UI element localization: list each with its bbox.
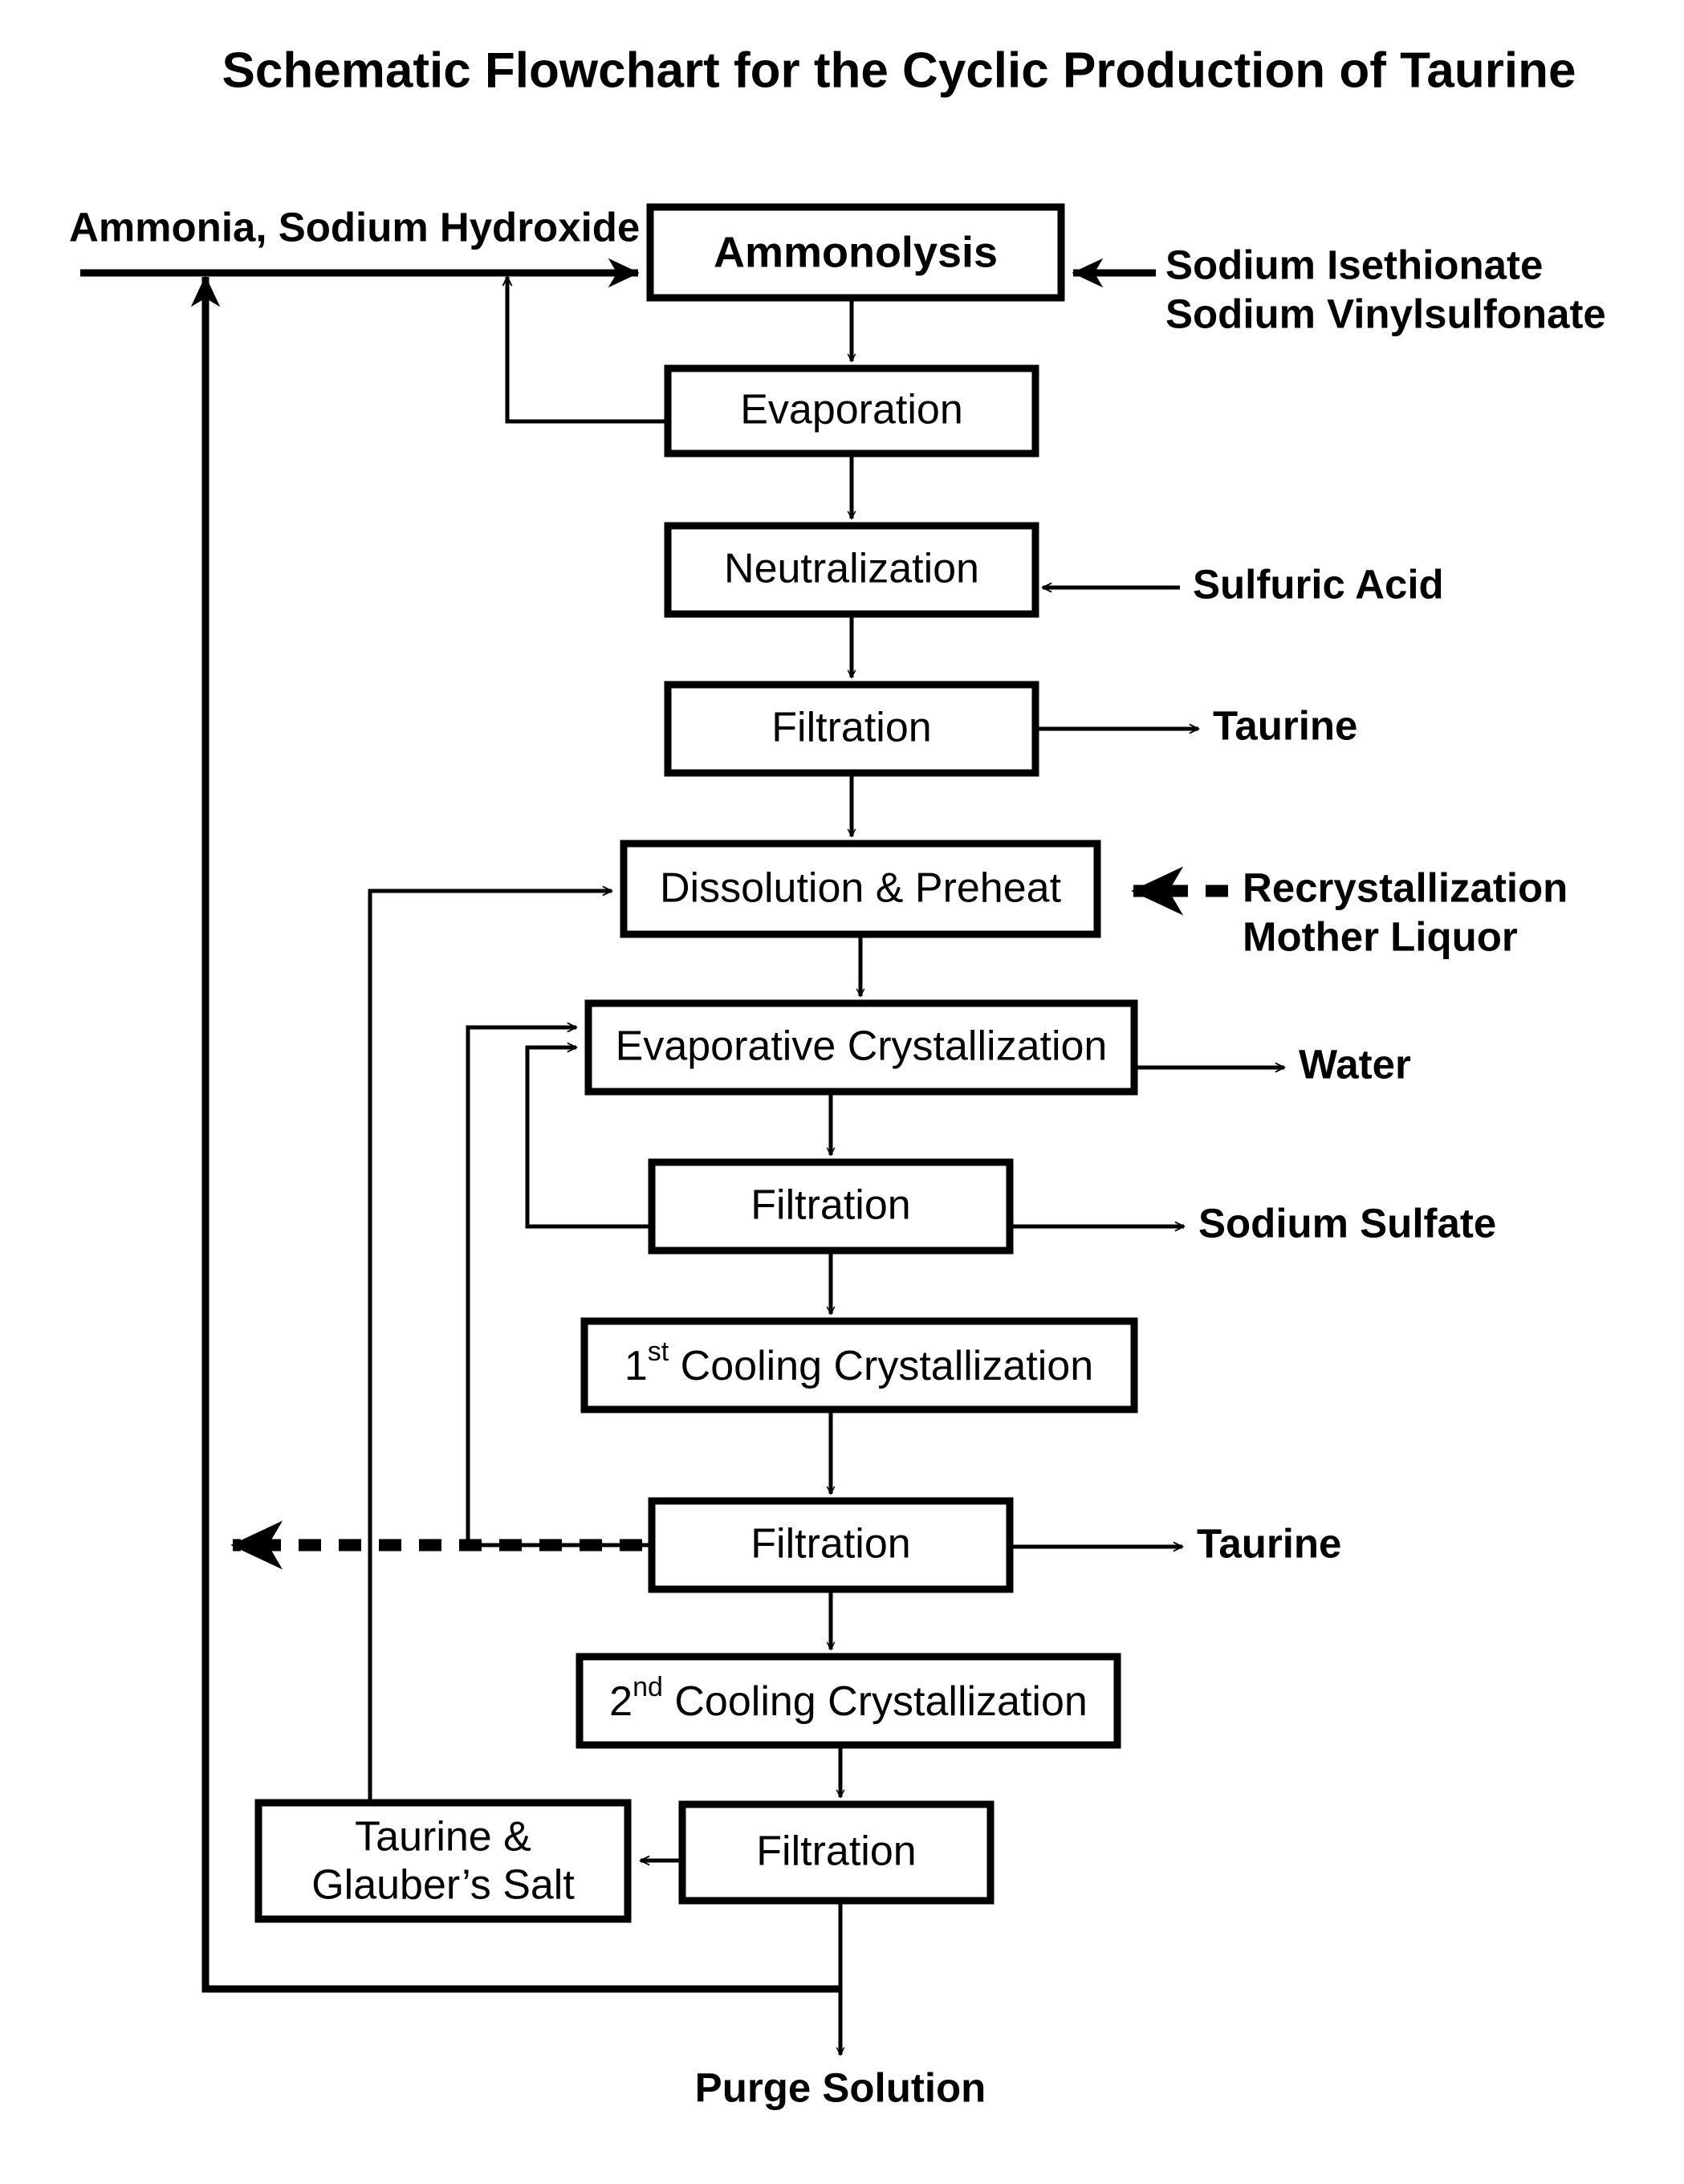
stream-label-ammonia-naoh: Ammonia, Sodium Hydroxide [69,204,640,250]
stream-label-water: Water [1299,1041,1411,1087]
cc2-sup: nd [633,1672,663,1702]
node-filtration-4-label: Filtration [756,1828,916,1875]
node-cooling-crystallization-1: 1st Cooling Crystallization [580,1317,1138,1413]
node-evaporation: Evaporation [664,364,1039,458]
stream-label-recrystallization: Recrystallization [1243,864,1568,910]
stream-label-taurine-2: Taurine [1197,1520,1341,1566]
cc1-num: 1 [624,1343,648,1389]
cc2-rest: Cooling Crystallization [663,1678,1088,1725]
node-filtration-1: Filtration [664,681,1039,777]
edge-filtration-3-recycle-to-evap-crystallization [466,1027,652,1548]
stream-label-sodium-isethionate: Sodium Isethionate [1165,242,1543,287]
node-cooling-crystallization-2: 2nd Cooling Crystallization [576,1653,1121,1749]
stream-label-sodium-vinylsulfonate: Sodium Vinylsulfonate [1165,291,1606,336]
cc1-sup: st [648,1336,669,1367]
taurine-process-flowchart: Schematic Flowchart for the Cyclic Produ… [69,43,1606,2110]
cc2-num: 2 [609,1678,633,1725]
node-ammonolysis-label: Ammonolysis [714,228,998,276]
cc1-rest: Cooling Crystallization [669,1343,1093,1389]
node-evaporative-crystallization-label: Evaporative Crystallization [616,1023,1108,1070]
edge-evaporation-recycle-to-feed [507,277,668,424]
stream-label-sulfuric-acid: Sulfuric Acid [1193,561,1444,607]
node-neutralization-label: Neutralization [724,546,979,592]
page-title: Schematic Flowchart for the Cyclic Produ… [222,43,1576,98]
stream-label-taurine-1: Taurine [1213,702,1357,748]
flowchart-canvas: Schematic Flowchart for the Cyclic Produ… [0,0,1684,2184]
node-taurine-glauber-salt: Taurine & Glauber’s Salt [254,1799,632,1923]
node-cooling-crystallization-1-label: 1st Cooling Crystallization [624,1336,1093,1389]
node-filtration-2-label: Filtration [750,1182,910,1229]
node-taurine-glauber-salt-label-2: Glauber’s Salt [311,1862,575,1909]
stream-label-purge-solution: Purge Solution [695,2064,986,2110]
node-cooling-crystallization-2-label: 2nd Cooling Crystallization [609,1672,1088,1725]
node-filtration-4: Filtration [678,1800,995,1905]
node-filtration-1-label: Filtration [771,705,931,751]
node-filtration-3-label: Filtration [750,1521,910,1568]
node-filtration-2: Filtration [648,1158,1014,1255]
node-ammonolysis: Ammonolysis [646,203,1065,302]
node-dissolution-preheat-label: Dissolution & Preheat [660,865,1062,912]
node-filtration-3: Filtration [648,1497,1014,1593]
node-taurine-glauber-salt-label-1: Taurine & [355,1814,531,1861]
stream-label-sodium-sulfate: Sodium Sulfate [1198,1200,1496,1246]
node-evaporation-label: Evaporation [740,387,963,433]
node-evaporative-crystallization: Evaporative Crystallization [584,999,1138,1096]
node-neutralization: Neutralization [664,522,1039,618]
node-dissolution-preheat: Dissolution & Preheat [620,840,1101,938]
stream-label-mother-liquor: Mother Liquor [1243,913,1518,959]
